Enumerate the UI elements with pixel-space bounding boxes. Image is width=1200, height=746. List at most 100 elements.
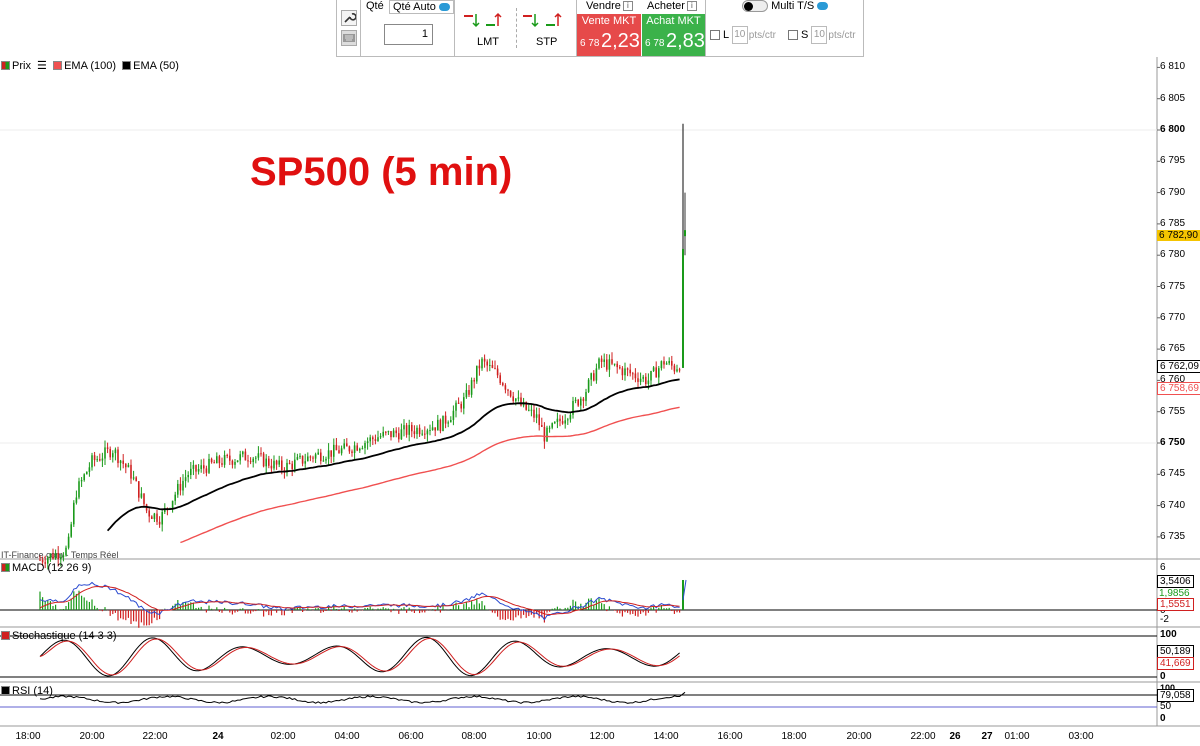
candle-body	[166, 508, 169, 510]
stoch-d-tag: 41,669	[1157, 657, 1194, 670]
qty-input[interactable]: 1	[384, 24, 433, 45]
keyboard-icon[interactable]	[341, 30, 357, 46]
candle-body	[437, 419, 439, 431]
candle-body	[177, 483, 179, 495]
candle-body	[600, 358, 603, 362]
candle-body	[650, 371, 652, 381]
candle-body	[580, 398, 582, 406]
ema100-legend-label[interactable]: EMA (100)	[64, 60, 116, 72]
price-axis-label: 6 810	[1160, 61, 1186, 73]
candle-body	[504, 385, 507, 390]
candle-body	[114, 449, 117, 454]
rsi-label[interactable]: RSI (14)	[12, 685, 53, 697]
macd-label[interactable]: MACD (12 26 9)	[12, 562, 91, 574]
info-icon[interactable]: i	[622, 1, 633, 12]
wrench-icon[interactable]	[341, 10, 357, 26]
candle-body	[499, 375, 501, 384]
candle-body	[369, 437, 371, 442]
stop-loss-checkbox[interactable]	[710, 30, 720, 40]
sell-market-button[interactable]: Vente MKT 6 78 2,23	[577, 14, 641, 56]
candle-body	[546, 427, 548, 442]
candle-body	[470, 380, 473, 395]
candle-body	[520, 397, 522, 406]
candle-body	[99, 459, 101, 461]
stop-order-sell-icon[interactable]	[522, 12, 539, 28]
candle-body	[361, 448, 364, 450]
candle-body	[88, 467, 91, 472]
candle-body	[411, 424, 413, 432]
price-chart[interactable]	[0, 0, 1200, 746]
candle-body	[281, 460, 283, 471]
candle-body	[379, 436, 382, 438]
multi-ts-toggle[interactable]: Multi T/S	[742, 0, 829, 13]
price-axis-label: 6 740	[1160, 499, 1186, 511]
candle-body	[190, 468, 192, 475]
candle-body	[231, 460, 234, 465]
candle-body	[561, 421, 564, 424]
candle-body	[387, 431, 390, 433]
candle-body	[673, 365, 676, 372]
stoch-label[interactable]: Stochastique (14 3 3)	[12, 630, 117, 642]
candle-body	[236, 460, 239, 463]
candle-body	[239, 454, 241, 461]
candle-body	[439, 419, 442, 432]
candle-body	[252, 458, 254, 463]
candle-body	[151, 516, 153, 520]
list-icon[interactable]: ☰	[37, 59, 47, 72]
candle-body	[171, 500, 174, 509]
candle-body	[221, 463, 223, 465]
candle-body	[158, 521, 161, 525]
candle-body	[208, 458, 210, 473]
candle-body	[317, 452, 319, 455]
buy-market-button[interactable]: Achat MKT 6 78 2,83	[642, 14, 705, 56]
candle-body	[431, 427, 434, 431]
stop-loss-input[interactable]: 10	[731, 26, 748, 44]
stoch-legend: Stochastique (14 3 3)	[1, 630, 117, 642]
candle-body	[665, 363, 668, 365]
toggle-switch[interactable]	[742, 0, 768, 13]
candle-body	[125, 463, 127, 468]
time-axis-label: 08:00	[461, 731, 487, 742]
limit-order-sell-icon[interactable]	[463, 12, 480, 28]
macd-value-tag: 3,5406	[1157, 575, 1194, 588]
time-axis-label: 14:00	[653, 731, 679, 742]
ema50-swatch	[122, 61, 132, 70]
candle-body	[582, 398, 585, 402]
macd-axis-label: -2	[1160, 614, 1169, 625]
take-profit-checkbox[interactable]	[788, 30, 798, 40]
stop-order-buy-icon[interactable]	[545, 12, 562, 28]
time-axis-label: 04:00	[334, 731, 360, 742]
candle-body	[554, 422, 556, 424]
macd-line-tail	[682, 579, 687, 601]
price-legend-label[interactable]: Prix	[12, 60, 31, 72]
price-axis-label: 6 765	[1160, 343, 1186, 355]
candle-body	[135, 477, 137, 482]
stoch-axis-label: 100	[1160, 629, 1177, 640]
info-icon[interactable]: i	[686, 1, 697, 12]
limit-order-buy-icon[interactable]	[485, 12, 502, 28]
qty-auto-label: Qté Auto	[393, 1, 436, 13]
candle-body	[447, 422, 449, 424]
ema50-legend-label[interactable]: EMA (50)	[133, 60, 179, 72]
price-legend: Prix ☰ EMA (100) EMA (50)	[1, 59, 179, 72]
candle-body	[73, 502, 75, 525]
candle-body	[626, 368, 629, 370]
rsi-legend: RSI (14)	[1, 685, 53, 697]
sell-market-title: Vente MKT	[581, 15, 637, 27]
candle-body	[278, 460, 280, 465]
candle-body	[348, 446, 351, 452]
candle-body	[603, 359, 605, 362]
candle-body	[249, 461, 252, 463]
candle-body	[385, 431, 387, 433]
stoch-k-line	[39, 636, 680, 677]
candle-body	[668, 361, 670, 364]
price-axis-label: 6 805	[1160, 92, 1186, 104]
candle-body	[340, 448, 343, 454]
chat-bubble-icon	[817, 2, 829, 11]
qty-auto-button[interactable]: Qté Auto	[389, 0, 454, 14]
candle-body	[353, 445, 356, 454]
candle-body	[213, 462, 215, 464]
time-axis-label: 02:00	[270, 731, 296, 742]
candle-body	[639, 378, 642, 382]
take-profit-input[interactable]: 10	[811, 26, 828, 44]
